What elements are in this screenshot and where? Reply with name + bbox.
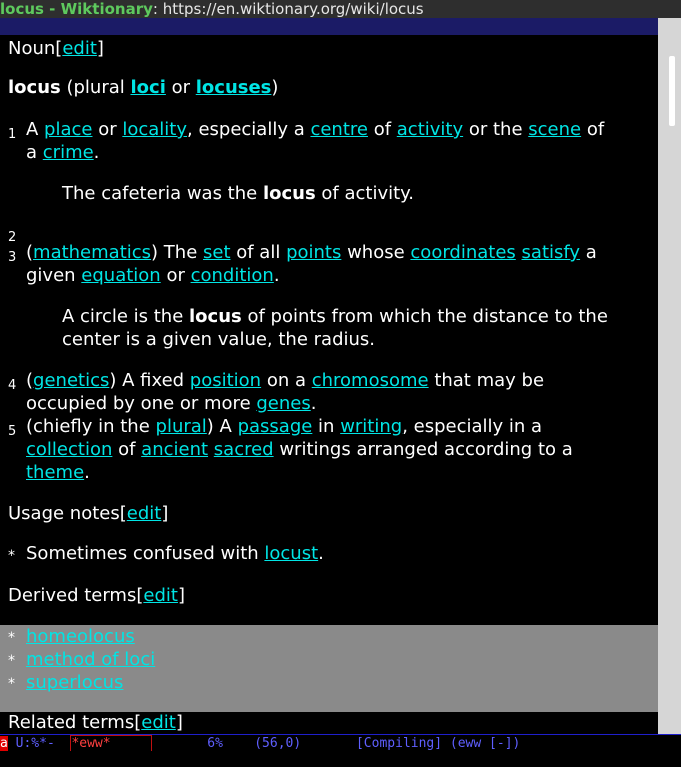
- definition-1-cont: a crime.: [26, 142, 100, 163]
- usage-notes-heading: Usage notes[edit]: [8, 503, 169, 524]
- modeline-flag: a: [0, 736, 8, 751]
- link-set[interactable]: set: [203, 242, 231, 263]
- link-points[interactable]: points: [286, 242, 341, 263]
- example-3-cont: center is a given value, the radius.: [62, 329, 376, 350]
- link-chromosome[interactable]: chromosome: [312, 370, 429, 391]
- window-title: locus - Wiktionary: [0, 0, 153, 18]
- link-coordinates[interactable]: coordinates: [410, 242, 515, 263]
- definition-5-cont: collection of ancient sacred writings ar…: [26, 439, 573, 460]
- derived-terms-heading: Derived terms[edit]: [8, 585, 185, 606]
- related-terms-heading: Related terms[edit]: [8, 712, 183, 733]
- definition-1: A place or locality, especially a centre…: [26, 119, 605, 140]
- mode-line: a U:%*- *eww* 6% (56,0) [Compiling] (eww…: [0, 734, 681, 751]
- link-superlocus[interactable]: superlocus: [26, 672, 123, 693]
- edit-link[interactable]: edit: [62, 38, 97, 59]
- derived-term: superlocus: [26, 671, 123, 694]
- link-crime[interactable]: crime: [43, 142, 94, 163]
- definition-5: (chiefly in the plural) A passage in wri…: [26, 416, 543, 437]
- link-activity[interactable]: activity: [397, 119, 463, 140]
- link-locust[interactable]: locust: [264, 543, 318, 564]
- modeline-state: U:%*-: [7, 736, 71, 751]
- derived-term: method of loci: [26, 648, 155, 671]
- modeline-position: (56,0): [254, 736, 302, 751]
- window-url: https://en.wiktionary.org/wiki/locus: [162, 0, 424, 18]
- header-line: [0, 18, 658, 35]
- link-place[interactable]: place: [44, 119, 92, 140]
- def-number: 3: [8, 250, 17, 265]
- window-title-bar: locus - Wiktionary: https://en.wiktionar…: [0, 0, 681, 18]
- link-theme[interactable]: theme: [26, 462, 84, 483]
- link-centre[interactable]: centre: [310, 119, 368, 140]
- def-number: 5: [8, 424, 17, 439]
- link-sacred[interactable]: sacred: [214, 439, 274, 460]
- def-number: 4: [8, 378, 17, 393]
- usage-note-item: Sometimes confused with locust.: [26, 543, 324, 564]
- link-position[interactable]: position: [190, 370, 261, 391]
- modeline-buffer-name[interactable]: *eww*: [70, 735, 153, 751]
- edit-link[interactable]: edit: [141, 712, 176, 733]
- eww-buffer: Noun[edit] locus (plural loci or locuses…: [0, 35, 658, 734]
- link-homeolocus[interactable]: homeolocus: [26, 626, 135, 647]
- link-loci[interactable]: loci: [130, 77, 165, 98]
- link-condition[interactable]: condition: [191, 265, 274, 286]
- link-satisfy[interactable]: satisfy: [522, 242, 581, 263]
- definition-4: (genetics) A fixed position on a chromos…: [26, 370, 545, 391]
- link-collection[interactable]: collection: [26, 439, 112, 460]
- derived-term: homeolocus: [26, 625, 135, 648]
- headword-line: locus (plural loci or locuses): [8, 77, 279, 98]
- definition-5-cont2: theme.: [26, 462, 90, 483]
- def-number: 1: [8, 127, 17, 142]
- noun-heading: Noun[edit]: [8, 38, 104, 59]
- definition-4-cont: occupied by one or more genes.: [26, 393, 317, 414]
- example-3: A circle is the locus of points from whi…: [62, 306, 608, 327]
- definition-3-cont: given equation or condition.: [26, 265, 280, 286]
- bullet-star: *: [8, 548, 15, 564]
- edit-link[interactable]: edit: [127, 503, 162, 524]
- example-1: The cafeteria was the locus of activity.: [62, 183, 414, 204]
- scrollbar-thumb[interactable]: [669, 56, 675, 126]
- link-ancient[interactable]: ancient: [141, 439, 208, 460]
- link-writing[interactable]: writing: [340, 416, 402, 437]
- link-equation[interactable]: equation: [81, 265, 160, 286]
- link-genes[interactable]: genes: [256, 393, 310, 414]
- modeline-mode[interactable]: [Compiling] (eww [-]): [356, 736, 520, 751]
- link-locality[interactable]: locality: [122, 119, 187, 140]
- modeline-percent: 6%: [207, 736, 223, 751]
- definition-3: (mathematics) The set of all points whos…: [26, 242, 597, 263]
- link-method-of-loci[interactable]: method of loci: [26, 649, 155, 670]
- title-separator: :: [152, 0, 158, 18]
- link-passage[interactable]: passage: [238, 416, 313, 437]
- echo-area: [0, 751, 681, 767]
- link-genetics[interactable]: genetics: [33, 370, 109, 391]
- edit-link[interactable]: edit: [143, 585, 178, 606]
- bullet-star: *: [8, 630, 15, 646]
- bullet-star: *: [8, 653, 15, 669]
- vertical-scrollbar[interactable]: [658, 18, 681, 734]
- headword: locus: [8, 77, 61, 98]
- link-scene[interactable]: scene: [528, 119, 581, 140]
- link-plural[interactable]: plural: [156, 416, 207, 437]
- bullet-star: *: [8, 676, 15, 692]
- link-locuses[interactable]: locuses: [196, 77, 272, 98]
- link-mathematics[interactable]: mathematics: [33, 242, 151, 263]
